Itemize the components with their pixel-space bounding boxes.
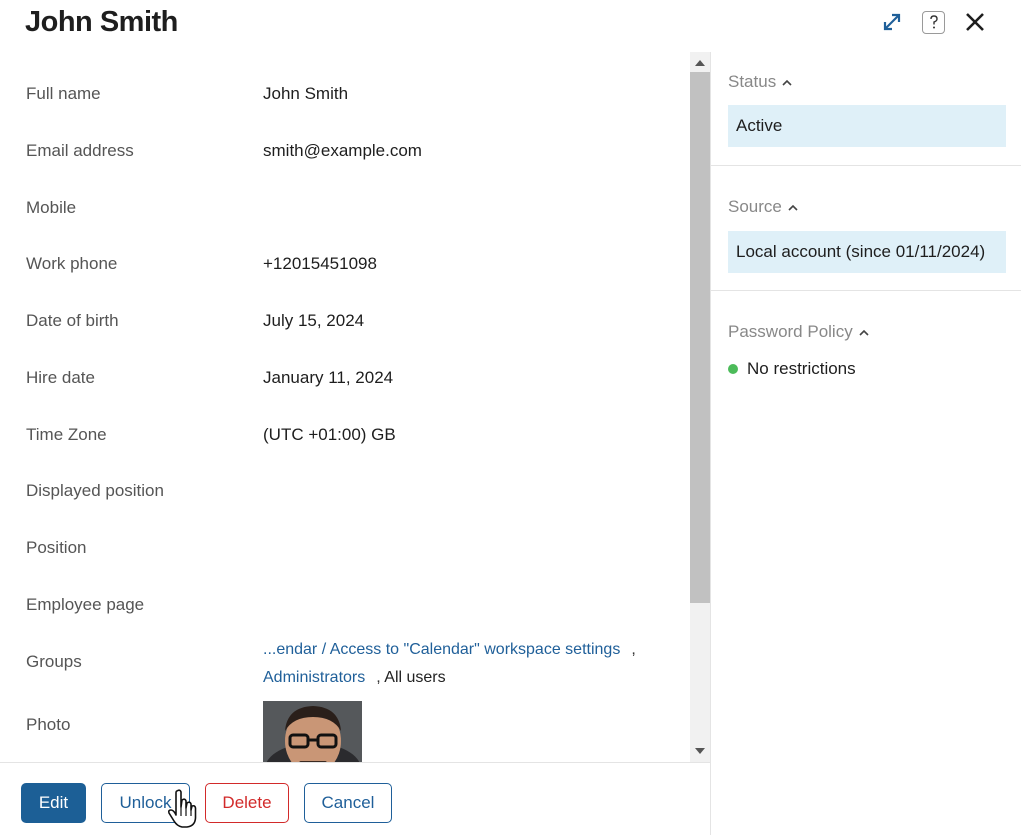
status-dot-icon xyxy=(728,364,738,374)
sidebar-divider xyxy=(711,290,1021,291)
field-label: Full name xyxy=(26,84,101,103)
group-separator: , xyxy=(376,669,381,686)
groups-line-1: ...endar / Access to "Calendar" workspac… xyxy=(263,641,636,659)
field-label: Mobile xyxy=(26,198,77,217)
chevron-up-icon xyxy=(859,329,869,336)
expand-icon[interactable] xyxy=(880,10,904,34)
group-link-administrators[interactable]: Administrators xyxy=(263,669,365,686)
field-label: Email address xyxy=(26,141,134,160)
group-separator: , xyxy=(631,641,636,658)
panel-divider xyxy=(710,52,711,835)
field-label: Position xyxy=(26,538,87,557)
password-policy-status: No restrictions xyxy=(728,359,856,379)
source-section-toggle[interactable]: Source xyxy=(728,197,798,217)
full-name-value: John Smith xyxy=(263,84,349,103)
source-value: Local account (since 01/11/2024) xyxy=(728,231,1006,273)
user-photo[interactable] xyxy=(263,701,362,762)
field-label: Displayed position xyxy=(26,481,164,500)
source-title: Source xyxy=(728,197,782,216)
status-value: Active xyxy=(728,105,1006,147)
page-title: John Smith xyxy=(25,6,178,38)
field-label: Time Zone xyxy=(26,425,107,444)
field-label: Groups xyxy=(26,652,82,671)
unlock-button[interactable]: Unlock xyxy=(101,783,190,823)
field-label: Employee page xyxy=(26,595,145,614)
status-section-toggle[interactable]: Status xyxy=(728,72,792,92)
email-link[interactable]: smith@example.com xyxy=(263,141,422,161)
delete-button[interactable]: Delete xyxy=(205,783,289,823)
sidebar-divider xyxy=(711,165,1021,166)
scroll-up-arrow-icon[interactable] xyxy=(690,54,710,72)
cancel-button[interactable]: Cancel xyxy=(304,783,392,823)
footer-actions: Edit Unlock Delete Cancel xyxy=(21,783,392,823)
header-actions xyxy=(880,10,987,34)
chevron-up-icon xyxy=(782,79,792,86)
password-policy-title: Password Policy xyxy=(728,322,853,341)
chevron-up-icon xyxy=(788,204,798,211)
field-label: Hire date xyxy=(26,368,95,387)
user-details-form: Full name John Smith Email address smith… xyxy=(0,52,690,762)
form-scrollbar[interactable] xyxy=(690,52,710,762)
date-of-birth-value: July 15, 2024 xyxy=(263,311,365,330)
status-title: Status xyxy=(728,72,777,91)
field-label: Date of birth xyxy=(26,311,119,330)
group-all-users: All users xyxy=(384,669,446,686)
password-policy-value: No restrictions xyxy=(747,359,856,378)
field-label: Work phone xyxy=(26,254,118,273)
field-label: Photo xyxy=(26,715,71,734)
group-link-calendar[interactable]: ...endar / Access to "Calendar" workspac… xyxy=(263,641,620,658)
footer-divider xyxy=(0,762,710,763)
time-zone-value: (UTC +01:00) GB xyxy=(263,425,396,444)
hire-date-value: January 11, 2024 xyxy=(263,368,394,387)
scrollbar-thumb[interactable] xyxy=(690,72,710,603)
groups-line-2: Administrators, All users xyxy=(263,669,446,687)
help-icon[interactable] xyxy=(922,10,945,34)
password-policy-section-toggle[interactable]: Password Policy xyxy=(728,322,869,342)
scroll-down-arrow-icon[interactable] xyxy=(690,742,710,760)
work-phone-link[interactable]: +12015451098 xyxy=(263,254,377,274)
close-icon[interactable] xyxy=(963,10,987,34)
edit-button[interactable]: Edit xyxy=(21,783,86,823)
